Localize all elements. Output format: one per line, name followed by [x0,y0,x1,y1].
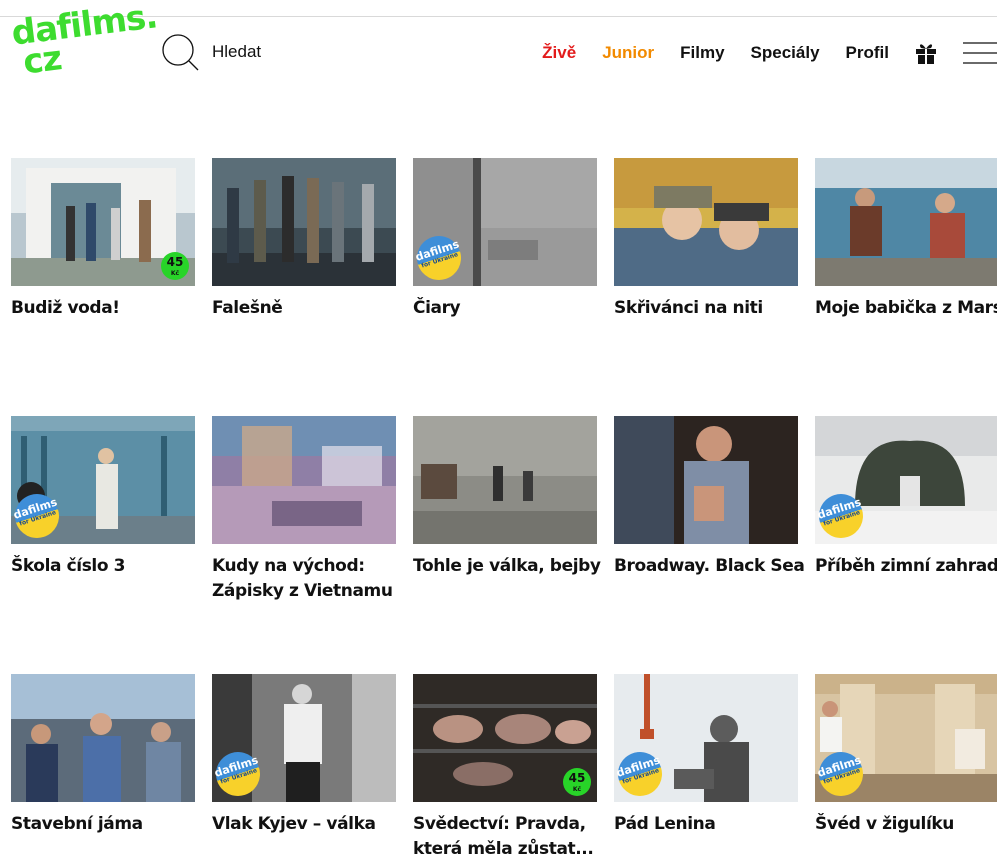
film-still [614,158,798,286]
film-card[interactable]: 45 Kč Svědectví: Pravda, která měla zůst… [413,674,597,862]
film-thumbnail[interactable]: dafilms for Ukraine [614,674,798,802]
film-title[interactable]: Skřivánci na niti [614,296,798,321]
film-thumbnail[interactable] [212,416,396,544]
film-title[interactable]: Švéd v žigulíku [815,812,997,837]
film-still [212,416,396,544]
film-still [413,416,597,544]
film-card[interactable]: dafilms for Ukraine Švéd v žigulíku [815,674,997,837]
film-still [212,158,396,286]
film-thumbnail[interactable]: dafilms for Ukraine [413,158,597,286]
search-input[interactable] [210,41,414,63]
film-thumbnail[interactable]: 45 Kč [11,158,195,286]
film-title[interactable]: Falešně [212,296,396,321]
film-thumbnail[interactable]: dafilms for Ukraine [815,416,997,544]
film-thumbnail[interactable] [614,158,798,286]
film-title[interactable]: Stavební jáma [11,812,195,837]
search-bar[interactable] [160,32,414,72]
nav-junior[interactable]: Junior [602,43,654,63]
film-thumbnail[interactable] [11,674,195,802]
film-title[interactable]: Čiary [413,296,597,321]
film-card[interactable]: Tohle je válka, bejby [413,416,601,579]
film-card[interactable]: Falešně [212,158,396,321]
dafilms-logo[interactable]: dafilms. cz [9,0,159,98]
film-title[interactable]: Pád Lenina [614,812,798,837]
main-nav: Živě Junior Filmy Speciály Profil [542,35,997,71]
gift-icon[interactable] [915,41,937,65]
nav-live[interactable]: Živě [542,43,576,63]
film-thumbnail[interactable]: dafilms for Ukraine [212,674,396,802]
film-title[interactable]: Škola číslo 3 [11,554,195,579]
film-still [614,416,798,544]
film-still [11,674,195,802]
price-badge: 45 Kč [161,252,189,280]
price-currency: Kč [170,270,180,277]
film-card[interactable]: dafilms for Ukraine Vlak Kyjev – válka [212,674,396,837]
film-thumbnail[interactable] [413,416,597,544]
nav-films[interactable]: Filmy [680,43,724,63]
price-currency: Kč [572,786,582,793]
search-icon[interactable] [160,32,200,72]
film-card[interactable]: dafilms for Ukraine Škola číslo 3 [11,416,195,579]
price-badge: 45 Kč [563,768,591,796]
film-card[interactable]: Stavební jáma [11,674,195,837]
film-card[interactable]: Skřivánci na niti [614,158,798,321]
film-card[interactable]: Broadway. Black Sea [614,416,805,579]
film-card[interactable]: dafilms for Ukraine Pád Lenina [614,674,798,837]
price-value: 45 [568,771,586,785]
film-title[interactable]: Broadway. Black Sea [614,554,805,579]
film-title[interactable]: Svědectví: Pravda, která měla zůstat... [413,812,597,862]
film-title[interactable]: Budiž voda! [11,296,195,321]
film-thumbnail[interactable]: dafilms for Ukraine [11,416,195,544]
film-card[interactable]: Moje babička z Marsu [815,158,997,321]
film-title[interactable]: Tohle je válka, bejby [413,554,601,579]
nav-specials[interactable]: Speciály [751,43,820,63]
film-thumbnail[interactable]: 45 Kč [413,674,597,802]
film-card[interactable]: dafilms for Ukraine Příběh zimní zahrady [815,416,997,579]
film-thumbnail[interactable] [614,416,798,544]
hamburger-menu-icon[interactable] [963,41,997,65]
film-thumbnail[interactable] [815,158,997,286]
film-title[interactable]: Příběh zimní zahrady [815,554,997,579]
film-still [815,158,997,286]
film-card[interactable]: Kudy na východ: Zápisky z Vietnamu [212,416,396,604]
film-title[interactable]: Kudy na východ: Zápisky z Vietnamu [212,554,396,604]
price-value: 45 [166,255,184,269]
film-card[interactable]: 45 Kč Budiž voda! [11,158,195,321]
film-thumbnail[interactable]: dafilms for Ukraine [815,674,997,802]
site-header: dafilms. cz Živě Junior Filmy Speciály P… [0,0,997,107]
film-card[interactable]: dafilms for Ukraine Čiary [413,158,597,321]
film-title[interactable]: Vlak Kyjev – válka [212,812,396,837]
film-thumbnail[interactable] [212,158,396,286]
nav-profile[interactable]: Profil [846,43,889,63]
film-title[interactable]: Moje babička z Marsu [815,296,997,321]
